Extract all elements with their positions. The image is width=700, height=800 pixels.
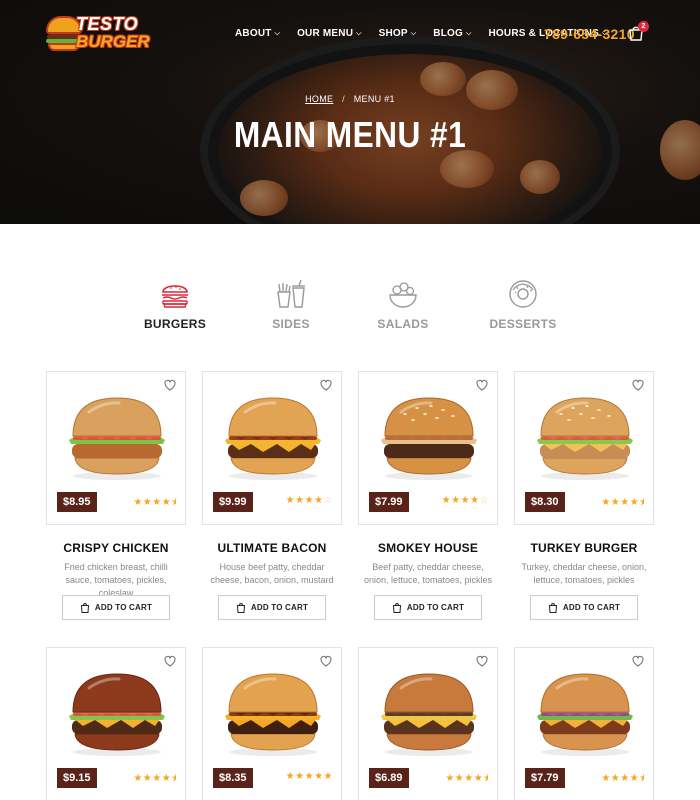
breadcrumb-separator: / bbox=[342, 94, 345, 104]
product-info: SMOKEY HOUSE Beef patty, cheddar cheese, … bbox=[358, 541, 498, 587]
shopping-bag-icon bbox=[236, 602, 245, 613]
product-description: Turkey, cheddar cheese, onion, lettuce, … bbox=[521, 562, 647, 585]
breadcrumb: HOME / MENU #1 bbox=[0, 94, 700, 104]
product-card[interactable]: $8.95 ★★★★⯨ bbox=[46, 371, 186, 525]
tab-salads[interactable]: SALADS bbox=[358, 278, 448, 331]
phone-number[interactable]: 789-654-3210 bbox=[544, 26, 635, 42]
nav-item-blog[interactable]: BLOG ⌵ bbox=[433, 28, 471, 39]
star-rating: ★★★★⯨ bbox=[601, 773, 645, 784]
burger-image bbox=[69, 397, 165, 480]
burger-image bbox=[381, 673, 477, 756]
star-rating: ★★★★⯨ bbox=[133, 773, 177, 784]
add-to-cart-button[interactable]: ADD TO CART bbox=[530, 595, 638, 620]
salad-bowl-icon bbox=[389, 282, 417, 308]
product-card[interactable]: $9.15 ★★★★⯨ bbox=[46, 647, 186, 800]
product-info: CRISPY CHICKEN Fried chicken breast, chil… bbox=[46, 541, 186, 600]
product-name[interactable]: TURKEY BURGER bbox=[514, 541, 654, 555]
price-tag: $6.89 bbox=[369, 768, 409, 788]
burger-icon bbox=[162, 285, 188, 308]
chevron-down-icon: ⌵ bbox=[274, 29, 281, 37]
star-rating: ★★★★★ bbox=[285, 771, 333, 782]
price-tag: $7.79 bbox=[525, 768, 565, 788]
star-rating: ★★★★⯨ bbox=[445, 773, 489, 784]
tab-label: SALADS bbox=[377, 317, 429, 331]
tab-label: BURGERS bbox=[143, 317, 207, 331]
product-card[interactable]: $9.99 ★★★★☆ bbox=[202, 371, 342, 525]
chevron-down-icon: ⌵ bbox=[465, 29, 472, 37]
shopping-bag-icon bbox=[392, 602, 401, 613]
site-logo[interactable]: TESTO BURGER bbox=[46, 10, 150, 54]
burger-image bbox=[225, 673, 321, 756]
tab-desserts[interactable]: DESSERTS bbox=[478, 278, 568, 331]
product-info: TURKEY BURGER Turkey, cheddar cheese, oni… bbox=[514, 541, 654, 587]
product-card[interactable]: $7.99 ★★★★☆ bbox=[358, 371, 498, 525]
product-description: Beef patty, cheddar cheese, onion, lettu… bbox=[363, 562, 493, 585]
burger-image bbox=[537, 673, 633, 756]
burger-image bbox=[69, 673, 165, 756]
breadcrumb-home-link[interactable]: HOME bbox=[305, 94, 333, 104]
add-to-cart-button[interactable]: ADD TO CART bbox=[374, 595, 482, 620]
add-to-cart-label: ADD TO CART bbox=[250, 603, 309, 612]
price-tag: $8.30 bbox=[525, 492, 565, 512]
burger-image bbox=[537, 397, 633, 480]
burger-image bbox=[381, 397, 477, 480]
product-name[interactable]: ULTIMATE BACON bbox=[202, 541, 342, 555]
breadcrumb-current: MENU #1 bbox=[353, 94, 395, 104]
burger-image bbox=[225, 397, 321, 480]
nav-item-shop[interactable]: SHOP ⌵ bbox=[379, 28, 417, 39]
product-name[interactable]: CRISPY CHICKEN bbox=[46, 541, 186, 555]
price-tag: $8.35 bbox=[213, 768, 253, 788]
star-rating: ★★★★⯨ bbox=[133, 497, 177, 508]
product-description: House beef patty, cheddar cheese, bacon,… bbox=[210, 562, 334, 585]
product-card[interactable]: $8.35 ★★★★★ bbox=[202, 647, 342, 800]
category-tabs: BURGERS SIDES SALADS DESSERTS bbox=[0, 278, 700, 338]
chevron-down-icon: ⌵ bbox=[410, 29, 417, 37]
product-name[interactable]: SMOKEY HOUSE bbox=[358, 541, 498, 555]
donut-icon bbox=[509, 280, 537, 308]
tab-burgers[interactable]: BURGERS bbox=[130, 278, 220, 331]
cart-count-badge: 2 bbox=[638, 21, 649, 32]
price-tag: $7.99 bbox=[369, 492, 409, 512]
star-rating: ★★★★☆ bbox=[441, 495, 489, 506]
price-tag: $9.99 bbox=[213, 492, 253, 512]
product-info: ULTIMATE BACON House beef patty, cheddar … bbox=[202, 541, 342, 587]
nav-item-our-menu[interactable]: OUR MENU ⌵ bbox=[297, 28, 362, 39]
price-tag: $9.15 bbox=[57, 768, 97, 788]
add-to-cart-label: ADD TO CART bbox=[406, 603, 465, 612]
product-card[interactable]: $6.89 ★★★★⯨ bbox=[358, 647, 498, 800]
product-card[interactable]: $7.79 ★★★★⯨ bbox=[514, 647, 654, 800]
tab-label: SIDES bbox=[272, 317, 310, 331]
star-rating: ★★★★⯨ bbox=[601, 497, 645, 508]
shopping-bag-icon bbox=[80, 602, 89, 613]
logo-text-burger: BURGER bbox=[76, 32, 150, 51]
star-rating: ★★★★☆ bbox=[285, 495, 333, 506]
nav-item-about[interactable]: ABOUT ⌵ bbox=[235, 28, 280, 39]
chevron-down-icon: ⌵ bbox=[356, 29, 362, 37]
page-title: MAIN MENU #1 bbox=[233, 114, 467, 155]
shopping-bag-icon bbox=[548, 602, 557, 613]
add-to-cart-button[interactable]: ADD TO CART bbox=[62, 595, 170, 620]
tab-label: DESSERTS bbox=[489, 317, 557, 331]
add-to-cart-label: ADD TO CART bbox=[94, 603, 153, 612]
fries-drink-icon bbox=[277, 279, 305, 308]
add-to-cart-button[interactable]: ADD TO CART bbox=[218, 595, 326, 620]
price-tag: $8.95 bbox=[57, 492, 97, 512]
hero-banner: TESTO BURGER ABOUT ⌵ OUR MENU ⌵ SHOP ⌵ BLOG… bbox=[0, 0, 700, 224]
product-card[interactable]: $8.30 ★★★★⯨ bbox=[514, 371, 654, 525]
add-to-cart-label: ADD TO CART bbox=[562, 603, 621, 612]
tab-sides[interactable]: SIDES bbox=[246, 278, 336, 331]
